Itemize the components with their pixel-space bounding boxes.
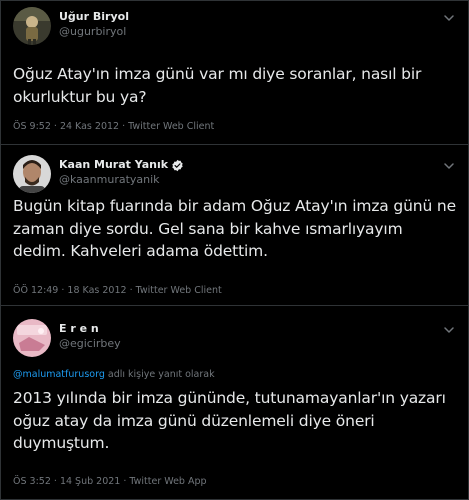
author-block: E r e n @egicirbey: [59, 322, 121, 351]
tweet-date[interactable]: 24 Kas 2012: [60, 121, 119, 132]
avatar[interactable]: [13, 319, 51, 357]
tweet-card[interactable]: Uğur Biryol @ugurbiryol Oğuz Atay'ın imz…: [1, 1, 468, 144]
author-display-name[interactable]: Uğur Biryol: [59, 10, 129, 24]
tweet-text: Bugün kitap fuarında bir adam Oğuz Atay'…: [13, 197, 456, 260]
tweet-header: Kaan Murat Yanık @kaanmuratyanik: [13, 155, 456, 195]
meta-separator: ·: [126, 285, 136, 296]
tweet-header: E r e n @egicirbey: [13, 319, 456, 359]
author-handle[interactable]: @kaanmuratyanik: [59, 172, 184, 187]
avatar[interactable]: [13, 7, 51, 45]
tweet-time[interactable]: ÖÖ 12:49: [13, 285, 58, 296]
meta-separator: ·: [50, 121, 60, 132]
tweet-text: 2013 yılında bir imza gününde, tutunamay…: [13, 389, 446, 452]
tweet-time[interactable]: ÖS 3:52: [13, 476, 51, 487]
author-handle[interactable]: @ugurbiryol: [59, 24, 129, 39]
chevron-down-icon[interactable]: [442, 323, 456, 337]
tweet-date[interactable]: 14 Şub 2021: [60, 476, 120, 487]
tweet-text: Oğuz Atay'ın imza günü var mı diye soran…: [13, 65, 422, 106]
tweet-stack: Uğur Biryol @ugurbiryol Oğuz Atay'ın imz…: [0, 0, 469, 500]
meta-separator: ·: [50, 476, 60, 487]
author-display-name-text: E r e n: [59, 322, 99, 335]
author-display-name-text: Kaan Murat Yanık: [59, 158, 169, 171]
tweet-card[interactable]: Kaan Murat Yanık @kaanmuratyanik Bugün k…: [1, 144, 468, 305]
portrait-avatar-icon: [13, 155, 51, 193]
tweet-meta: ÖS 3:52 · 14 Şub 2021 · Twitter Web App: [13, 476, 207, 487]
reply-mention-link[interactable]: @malumatfurusorg: [13, 369, 105, 380]
chevron-down-icon[interactable]: [442, 159, 456, 173]
portrait-avatar-icon: [13, 7, 51, 45]
tweet-card[interactable]: E r e n @egicirbey @malumatfurusorg adlı…: [1, 305, 468, 499]
author-display-name[interactable]: E r e n: [59, 322, 121, 336]
author-display-name[interactable]: Kaan Murat Yanık: [59, 158, 184, 172]
tweet-client: Twitter Web Client: [135, 285, 222, 296]
tweet-time[interactable]: ÖS 9:52: [13, 121, 51, 132]
verified-badge-icon: [172, 159, 183, 171]
tweet-meta: ÖÖ 12:49 · 18 Kas 2012 · Twitter Web Cli…: [13, 285, 222, 296]
tweet-client: Twitter Web App: [129, 476, 207, 487]
tweet-header: Uğur Biryol @ugurbiryol: [13, 7, 456, 47]
author-handle[interactable]: @egicirbey: [59, 336, 121, 351]
pink-image-avatar-icon: [13, 319, 51, 357]
author-block: Uğur Biryol @ugurbiryol: [59, 10, 129, 39]
tweet-date[interactable]: 18 Kas 2012: [67, 285, 126, 296]
reply-context-text: adlı kişiye yanıt olarak: [104, 369, 215, 380]
meta-separator: ·: [119, 121, 129, 132]
author-display-name-text: Uğur Biryol: [59, 10, 129, 23]
chevron-down-icon[interactable]: [442, 11, 456, 25]
reply-context: @malumatfurusorg adlı kişiye yanıt olara…: [13, 369, 215, 380]
avatar[interactable]: [13, 155, 51, 193]
tweet-client: Twitter Web Client: [128, 121, 215, 132]
tweet-meta: ÖS 9:52 · 24 Kas 2012 · Twitter Web Clie…: [13, 121, 214, 132]
author-block: Kaan Murat Yanık @kaanmuratyanik: [59, 158, 184, 187]
